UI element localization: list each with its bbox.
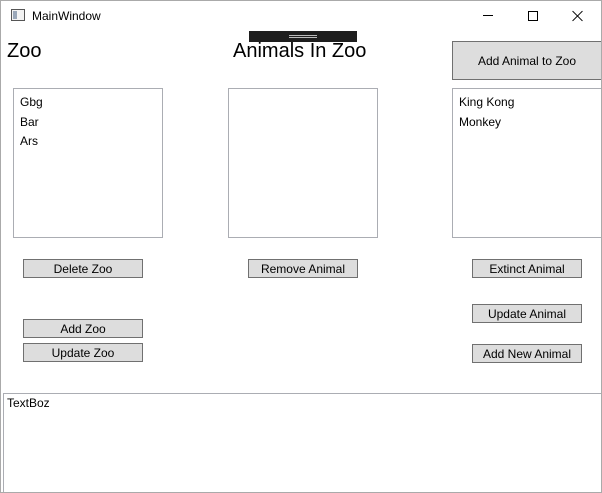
minimize-button[interactable] xyxy=(465,1,511,30)
close-button[interactable] xyxy=(555,1,601,30)
list-item[interactable]: King Kong xyxy=(459,93,601,113)
main-window: MainWindow Zoo Animals In Zoo Add Animal… xyxy=(0,0,602,493)
close-icon xyxy=(572,10,584,22)
title-bar[interactable]: MainWindow xyxy=(1,1,601,30)
list-item[interactable]: Gbg xyxy=(20,93,162,113)
add-animal-to-zoo-button[interactable]: Add Animal to Zoo xyxy=(452,41,601,80)
text-box[interactable]: TextBoz xyxy=(3,393,601,492)
remove-animal-button[interactable]: Remove Animal xyxy=(248,259,358,278)
add-new-animal-button[interactable]: Add New Animal xyxy=(472,344,582,363)
minimize-icon xyxy=(483,15,493,16)
delete-zoo-button[interactable]: Delete Zoo xyxy=(23,259,143,278)
list-item[interactable]: Monkey xyxy=(459,113,601,133)
animals-in-zoo-heading: Animals In Zoo xyxy=(233,40,367,62)
animals-in-zoo-list[interactable] xyxy=(228,88,378,238)
update-zoo-button[interactable]: Update Zoo xyxy=(23,343,143,362)
zoo-list[interactable]: Gbg Bar Ars xyxy=(13,88,163,238)
maximize-icon xyxy=(528,10,538,21)
window-title: MainWindow xyxy=(32,9,101,23)
update-animal-button[interactable]: Update Animal xyxy=(472,304,582,323)
maximize-button[interactable] xyxy=(510,1,556,30)
zoo-heading: Zoo xyxy=(7,40,42,62)
list-item[interactable]: Bar xyxy=(20,113,162,133)
animal-list[interactable]: King Kong Monkey xyxy=(452,88,601,238)
list-item[interactable]: Ars xyxy=(20,132,162,152)
extinct-animal-button[interactable]: Extinct Animal xyxy=(472,259,582,278)
add-zoo-button[interactable]: Add Zoo xyxy=(23,319,143,338)
app-window-icon xyxy=(11,9,25,21)
